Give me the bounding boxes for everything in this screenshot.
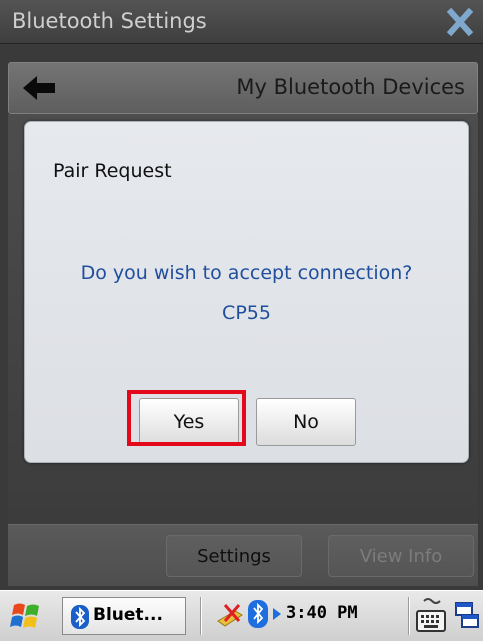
- taskbar-separator: [200, 597, 202, 635]
- task-switcher-icon[interactable]: [454, 599, 480, 633]
- settings-button[interactable]: Settings: [166, 535, 302, 577]
- clock[interactable]: 3:40 PM: [286, 603, 358, 623]
- window-title: Bluetooth Settings: [12, 9, 207, 33]
- tray-expand-arrow-icon[interactable]: [272, 606, 282, 620]
- yes-button-highlight: [127, 390, 246, 446]
- screen: Bluetooth Settings My Bluetooth Devices …: [0, 0, 483, 641]
- title-bar: Bluetooth Settings: [0, 0, 483, 44]
- task-label: Bluet...: [93, 605, 163, 625]
- bluetooth-task-button[interactable]: Bluet...: [62, 597, 186, 635]
- bottom-button-bar: Settings View Info: [8, 524, 478, 586]
- back-arrow-icon[interactable]: [19, 73, 61, 103]
- taskbar-separator: [408, 597, 410, 635]
- device-name: CP55: [222, 302, 271, 324]
- close-icon[interactable]: [443, 6, 477, 38]
- nav-title: My Bluetooth Devices: [236, 75, 465, 99]
- keyboard-input-icon[interactable]: [414, 597, 448, 635]
- windows-start-icon[interactable]: [6, 599, 46, 635]
- view-info-button[interactable]: View Info: [328, 535, 474, 577]
- taskbar: Bluet... 3:40 PM: [0, 590, 483, 641]
- dialog-message: Do you wish to accept connection?: [80, 262, 413, 284]
- no-button[interactable]: No: [256, 398, 356, 446]
- pair-request-dialog: Pair Request Do you wish to accept conne…: [24, 121, 469, 463]
- bluetooth-tray-icon[interactable]: [248, 600, 268, 628]
- nav-bar: My Bluetooth Devices: [8, 62, 478, 114]
- network-status-icon[interactable]: [215, 599, 245, 631]
- bluetooth-icon: [71, 605, 89, 629]
- dialog-title: Pair Request: [53, 160, 172, 182]
